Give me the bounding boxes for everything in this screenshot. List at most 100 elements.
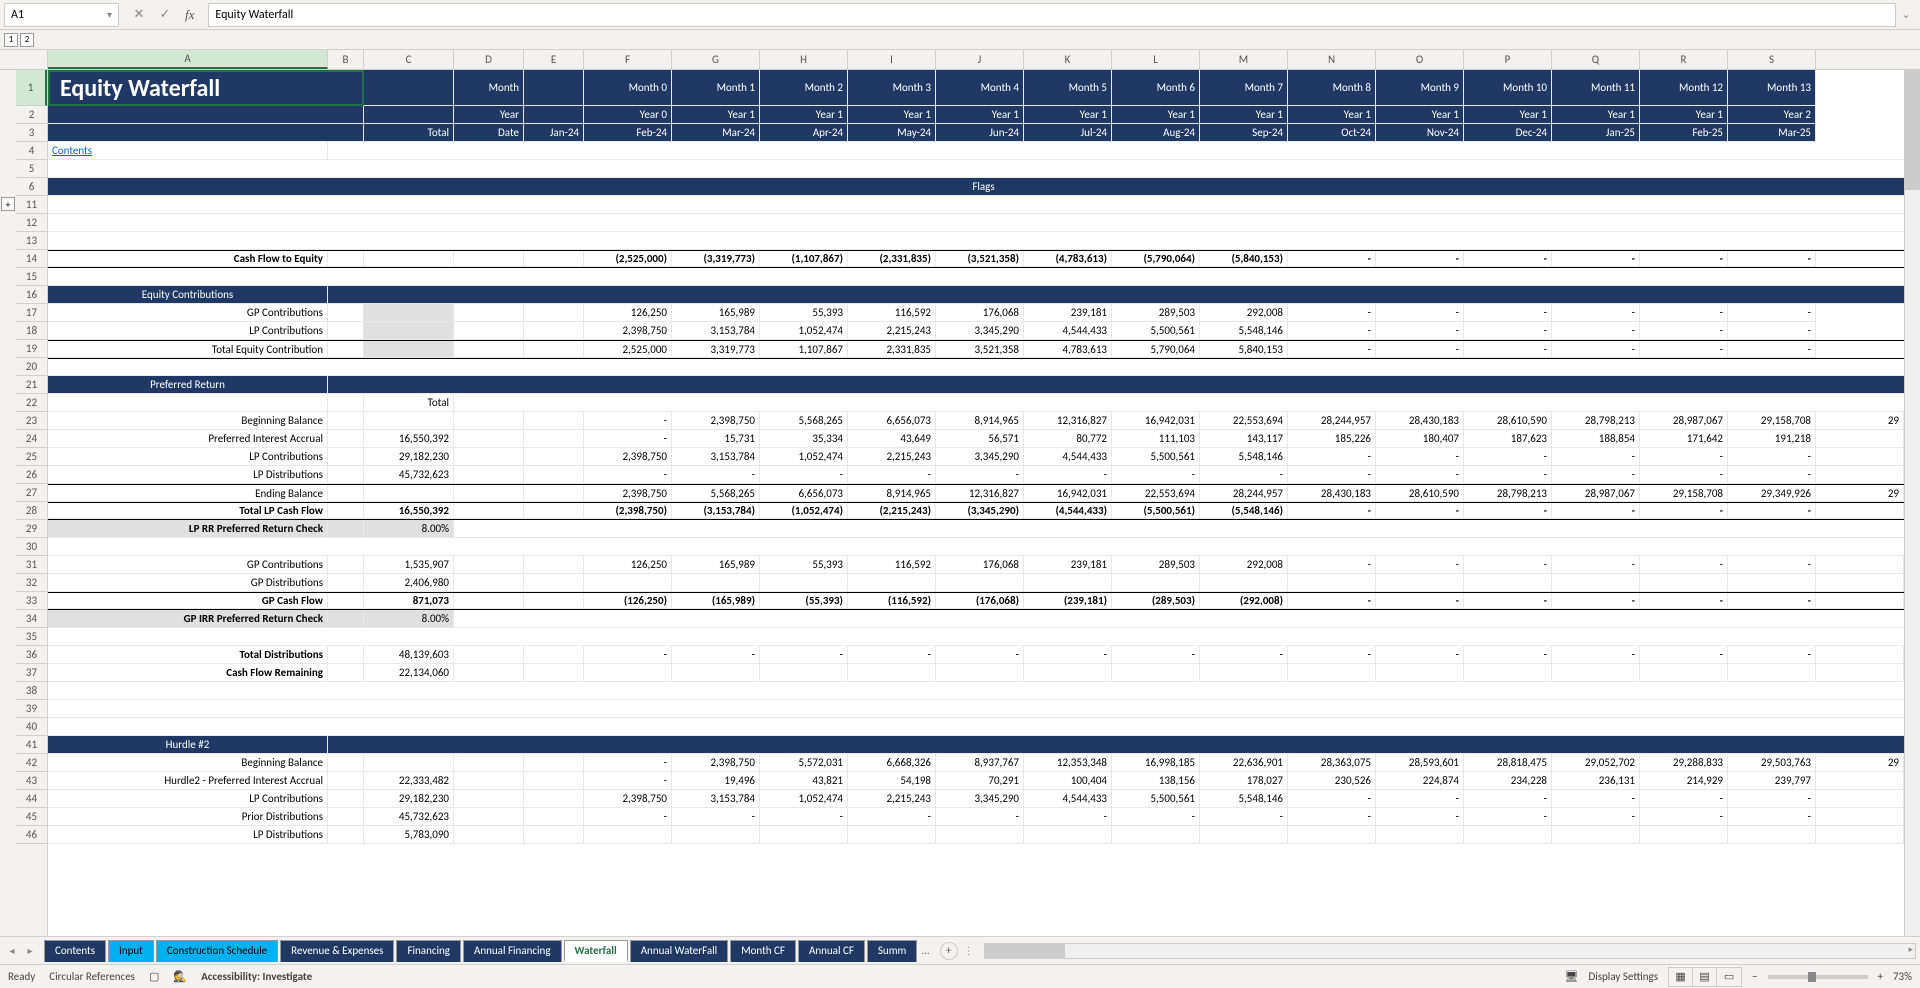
col-header-O[interactable]: O	[1376, 50, 1464, 69]
col-header-C[interactable]: C	[364, 50, 454, 69]
tab-nav-first-icon[interactable]: ◂	[4, 943, 20, 959]
sheet-tab-annual-waterfall[interactable]: Annual WaterFall	[630, 940, 729, 962]
outline-level-1[interactable]: 1	[4, 33, 18, 47]
row-header-3[interactable]: 3	[16, 124, 47, 142]
sheet-tab-waterfall[interactable]: Waterfall	[564, 940, 628, 962]
col-header-P[interactable]: P	[1464, 50, 1552, 69]
vertical-scrollbar[interactable]	[1904, 70, 1920, 936]
row-header-18[interactable]: 18	[16, 322, 47, 340]
outline-level-2[interactable]: 2	[20, 33, 34, 47]
row-header-2[interactable]: 2	[16, 106, 47, 124]
zoom-in-icon[interactable]: +	[1878, 970, 1883, 983]
row-header-44[interactable]: 44	[16, 790, 47, 808]
sheet-tab-annual-cf[interactable]: Annual CF	[798, 940, 865, 962]
page-layout-view-icon[interactable]: ▤	[1693, 968, 1717, 986]
row-header-40[interactable]: 40	[16, 718, 47, 736]
sheet-tab-annual-financing[interactable]: Annual Financing	[463, 940, 562, 962]
row-header-43[interactable]: 43	[16, 772, 47, 790]
page-break-view-icon[interactable]: ▭	[1717, 968, 1741, 986]
row-header-36[interactable]: 36	[16, 646, 47, 664]
display-settings-label[interactable]: Display Settings	[1588, 970, 1658, 983]
row-header-29[interactable]: 29	[16, 520, 47, 538]
row-header-13[interactable]: 13	[16, 232, 47, 250]
display-settings-icon[interactable]: 🖥	[1564, 970, 1578, 983]
row-header-37[interactable]: 37	[16, 664, 47, 682]
cancel-formula-icon[interactable]: ✕	[127, 5, 151, 25]
col-header-J[interactable]: J	[936, 50, 1024, 69]
row-header-23[interactable]: 23	[16, 412, 47, 430]
horizontal-scrollbar[interactable]: ◂ ▸	[984, 943, 1916, 959]
normal-view-icon[interactable]: ▦	[1669, 968, 1693, 986]
row-header-1[interactable]: 1	[16, 70, 47, 106]
row-header-28[interactable]: 28	[16, 502, 47, 520]
row-header-17[interactable]: 17	[16, 304, 47, 322]
zoom-level[interactable]: 73%	[1893, 970, 1912, 983]
col-header-D[interactable]: D	[454, 50, 524, 69]
add-sheet-button[interactable]: +	[940, 942, 958, 960]
row-header-21[interactable]: 21	[16, 376, 47, 394]
col-header-I[interactable]: I	[848, 50, 936, 69]
row-header-45[interactable]: 45	[16, 808, 47, 826]
macro-record-icon[interactable]: ▢	[149, 970, 159, 983]
row-header-27[interactable]: 27	[16, 484, 47, 502]
row-header-46[interactable]: 46	[16, 826, 47, 844]
row-header-14[interactable]: 14	[16, 250, 47, 268]
col-header-A[interactable]: A	[48, 50, 328, 69]
row-header-31[interactable]: 31	[16, 556, 47, 574]
col-header-R[interactable]: R	[1640, 50, 1728, 69]
row-header-11[interactable]: 11	[16, 196, 47, 214]
row-header-6[interactable]: 6	[16, 178, 47, 196]
sheet-tab-revenue-&-expenses[interactable]: Revenue & Expenses	[280, 940, 394, 962]
col-header-B[interactable]: B	[328, 50, 364, 69]
row-header-19[interactable]: 19	[16, 340, 47, 358]
sheet-tab-construction-schedule[interactable]: Construction Schedule	[156, 940, 278, 962]
row-header-42[interactable]: 42	[16, 754, 47, 772]
row-header-33[interactable]: 33	[16, 592, 47, 610]
row-header-32[interactable]: 32	[16, 574, 47, 592]
col-header-H[interactable]: H	[760, 50, 848, 69]
sheet-tab-input[interactable]: Input	[108, 940, 154, 962]
sheet-tab-financing[interactable]: Financing	[396, 940, 461, 962]
row-header-39[interactable]: 39	[16, 700, 47, 718]
col-header-G[interactable]: G	[672, 50, 760, 69]
zoom-slider[interactable]	[1768, 975, 1868, 979]
row-header-38[interactable]: 38	[16, 682, 47, 700]
row-header-30[interactable]: 30	[16, 538, 47, 556]
contents-link[interactable]: Contents	[48, 142, 328, 160]
col-header-Q[interactable]: Q	[1552, 50, 1640, 69]
row-header-16[interactable]: 16	[16, 286, 47, 304]
col-header-L[interactable]: L	[1112, 50, 1200, 69]
col-header-S[interactable]: S	[1728, 50, 1816, 69]
col-header-F[interactable]: F	[584, 50, 672, 69]
outline-expand-button[interactable]: +	[1, 197, 15, 211]
fx-icon[interactable]: fx	[185, 7, 194, 23]
row-header-4[interactable]: 4	[16, 142, 47, 160]
sheet-tab-summ[interactable]: Summ	[867, 940, 917, 962]
row-header-34[interactable]: 34	[16, 610, 47, 628]
sheet-tab-contents[interactable]: Contents	[44, 940, 106, 962]
col-header-N[interactable]: N	[1288, 50, 1376, 69]
row-header-26[interactable]: 26	[16, 466, 47, 484]
row-header-15[interactable]: 15	[16, 268, 47, 286]
enter-formula-icon[interactable]: ✓	[153, 5, 177, 25]
row-header-35[interactable]: 35	[16, 628, 47, 646]
accessibility-icon[interactable]: 🕵	[173, 970, 187, 983]
tab-nav-last-icon[interactable]: ▸	[22, 943, 38, 959]
col-header-E[interactable]: E	[524, 50, 584, 69]
row-header-20[interactable]: 20	[16, 358, 47, 376]
title-cell[interactable]: Equity Waterfall	[48, 70, 364, 106]
row-header-25[interactable]: 25	[16, 448, 47, 466]
zoom-out-icon[interactable]: −	[1752, 970, 1757, 983]
row-header-5[interactable]: 5	[16, 160, 47, 178]
formula-input[interactable]: Equity Waterfall	[208, 3, 1896, 27]
col-header-K[interactable]: K	[1024, 50, 1112, 69]
sheet-tab-month-cf[interactable]: Month CF	[730, 940, 796, 962]
name-box-dropdown-icon[interactable]: ▾	[107, 8, 112, 21]
col-header-M[interactable]: M	[1200, 50, 1288, 69]
row-header-41[interactable]: 41	[16, 736, 47, 754]
row-header-22[interactable]: 22	[16, 394, 47, 412]
formula-expand-icon[interactable]: ⌄	[1896, 8, 1916, 21]
row-header-12[interactable]: 12	[16, 214, 47, 232]
tab-more[interactable]: ...	[917, 944, 933, 957]
name-box[interactable]: A1 ▾	[4, 3, 119, 27]
